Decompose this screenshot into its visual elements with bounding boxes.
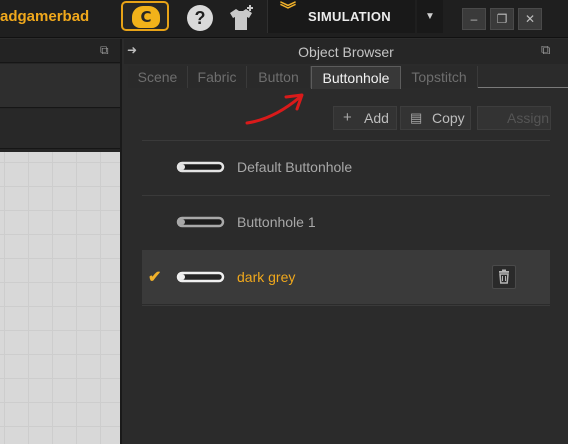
- annotation-arrow: [245, 93, 304, 125]
- assign-label: Assign: [507, 110, 550, 126]
- popout-icon[interactable]: ⧉: [100, 43, 109, 58]
- list-item[interactable]: Buttonhole 1: [142, 195, 550, 249]
- left-panel: ⧉: [0, 39, 122, 444]
- copy-label: Copy: [432, 110, 465, 126]
- object-browser-header: ➜ Object Browser ⧉: [124, 39, 568, 64]
- copy-button[interactable]: ▤ Copy: [400, 106, 471, 130]
- object-browser-panel: ➜ Object Browser ⧉ Scene Fabric Button B…: [124, 39, 568, 444]
- plus-icon: +: [343, 109, 352, 126]
- left-subtoolbar: [0, 109, 120, 149]
- tab-button[interactable]: Button: [247, 66, 311, 88]
- assign-button[interactable]: Assign: [477, 106, 551, 130]
- mode-dropdown-icon[interactable]: ▼: [417, 0, 443, 33]
- tab-buttonhole[interactable]: Buttonhole: [311, 66, 401, 89]
- double-chevron-icon: ︾: [280, 2, 297, 19]
- minimize-button[interactable]: –: [462, 8, 486, 30]
- help-icon[interactable]: ?: [187, 5, 213, 31]
- buttonhole-icon: [176, 161, 225, 173]
- item-name: Default Buttonhole: [237, 159, 353, 175]
- cloud-icon: C: [132, 6, 160, 28]
- simulation-mode-button[interactable]: ︾ SIMULATION: [267, 0, 415, 33]
- add-button[interactable]: + Add: [333, 106, 397, 130]
- list-divider: [142, 305, 550, 306]
- add-label: Add: [364, 110, 389, 126]
- 2d-viewport[interactable]: [0, 152, 120, 444]
- buttonhole-icon: [176, 216, 225, 228]
- add-garment-icon[interactable]: [226, 4, 256, 32]
- trash-icon[interactable]: [492, 265, 516, 289]
- close-button[interactable]: ✕: [518, 8, 542, 30]
- tab-fabric[interactable]: Fabric: [188, 66, 247, 88]
- tab-topstitch[interactable]: Topstitch: [401, 66, 478, 88]
- item-name: dark grey: [237, 269, 296, 285]
- left-panel-header: ⧉: [0, 39, 120, 63]
- checkmark-icon: ✔: [148, 269, 162, 286]
- item-name: Buttonhole 1: [237, 214, 316, 230]
- buttonhole-icon: [176, 271, 225, 283]
- object-browser-tabs: Scene Fabric Button Buttonhole Topstitch: [128, 66, 568, 89]
- top-bar: adgamerbad C ? ︾ SIMULATION ▼ – ❐ ✕: [0, 0, 568, 38]
- list-item-selected[interactable]: ✔ dark grey: [142, 250, 550, 304]
- cloud-letter: C: [140, 8, 152, 26]
- clo-cloud-button[interactable]: C: [121, 1, 169, 31]
- tab-scene[interactable]: Scene: [128, 66, 188, 88]
- copy-icon: ▤: [410, 110, 423, 125]
- username: adgamerbad: [0, 8, 90, 25]
- mode-label: SIMULATION: [308, 9, 391, 24]
- panel-title: Object Browser: [298, 44, 394, 60]
- restore-button[interactable]: ❐: [490, 8, 514, 30]
- list-item[interactable]: Default Buttonhole: [142, 140, 550, 194]
- popout-icon[interactable]: ⧉: [541, 42, 550, 58]
- left-toolbar: [0, 64, 120, 108]
